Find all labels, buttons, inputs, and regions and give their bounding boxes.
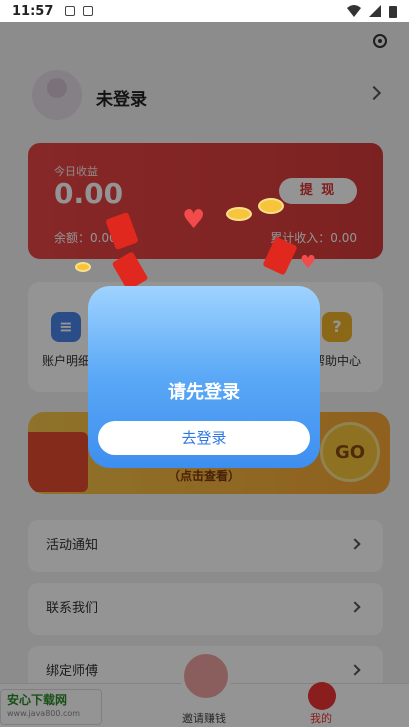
battery-icon: [389, 5, 397, 18]
app-screen: 11:57 未登录 今日收益 0.00 提 现 余额：0.00 累计收入：0.0…: [0, 0, 409, 727]
wifi-icon: [347, 5, 361, 17]
modal-title: 请先登录: [168, 382, 240, 403]
signal-icon: [369, 5, 381, 17]
status-time: 11:57: [12, 3, 54, 19]
login-modal: 请先登录 去登录: [88, 286, 320, 468]
notification-icon: [65, 6, 76, 16]
screenshot-icon: [83, 6, 94, 16]
login-button[interactable]: 去登录: [98, 421, 310, 455]
status-bar: 11:57: [0, 0, 409, 22]
